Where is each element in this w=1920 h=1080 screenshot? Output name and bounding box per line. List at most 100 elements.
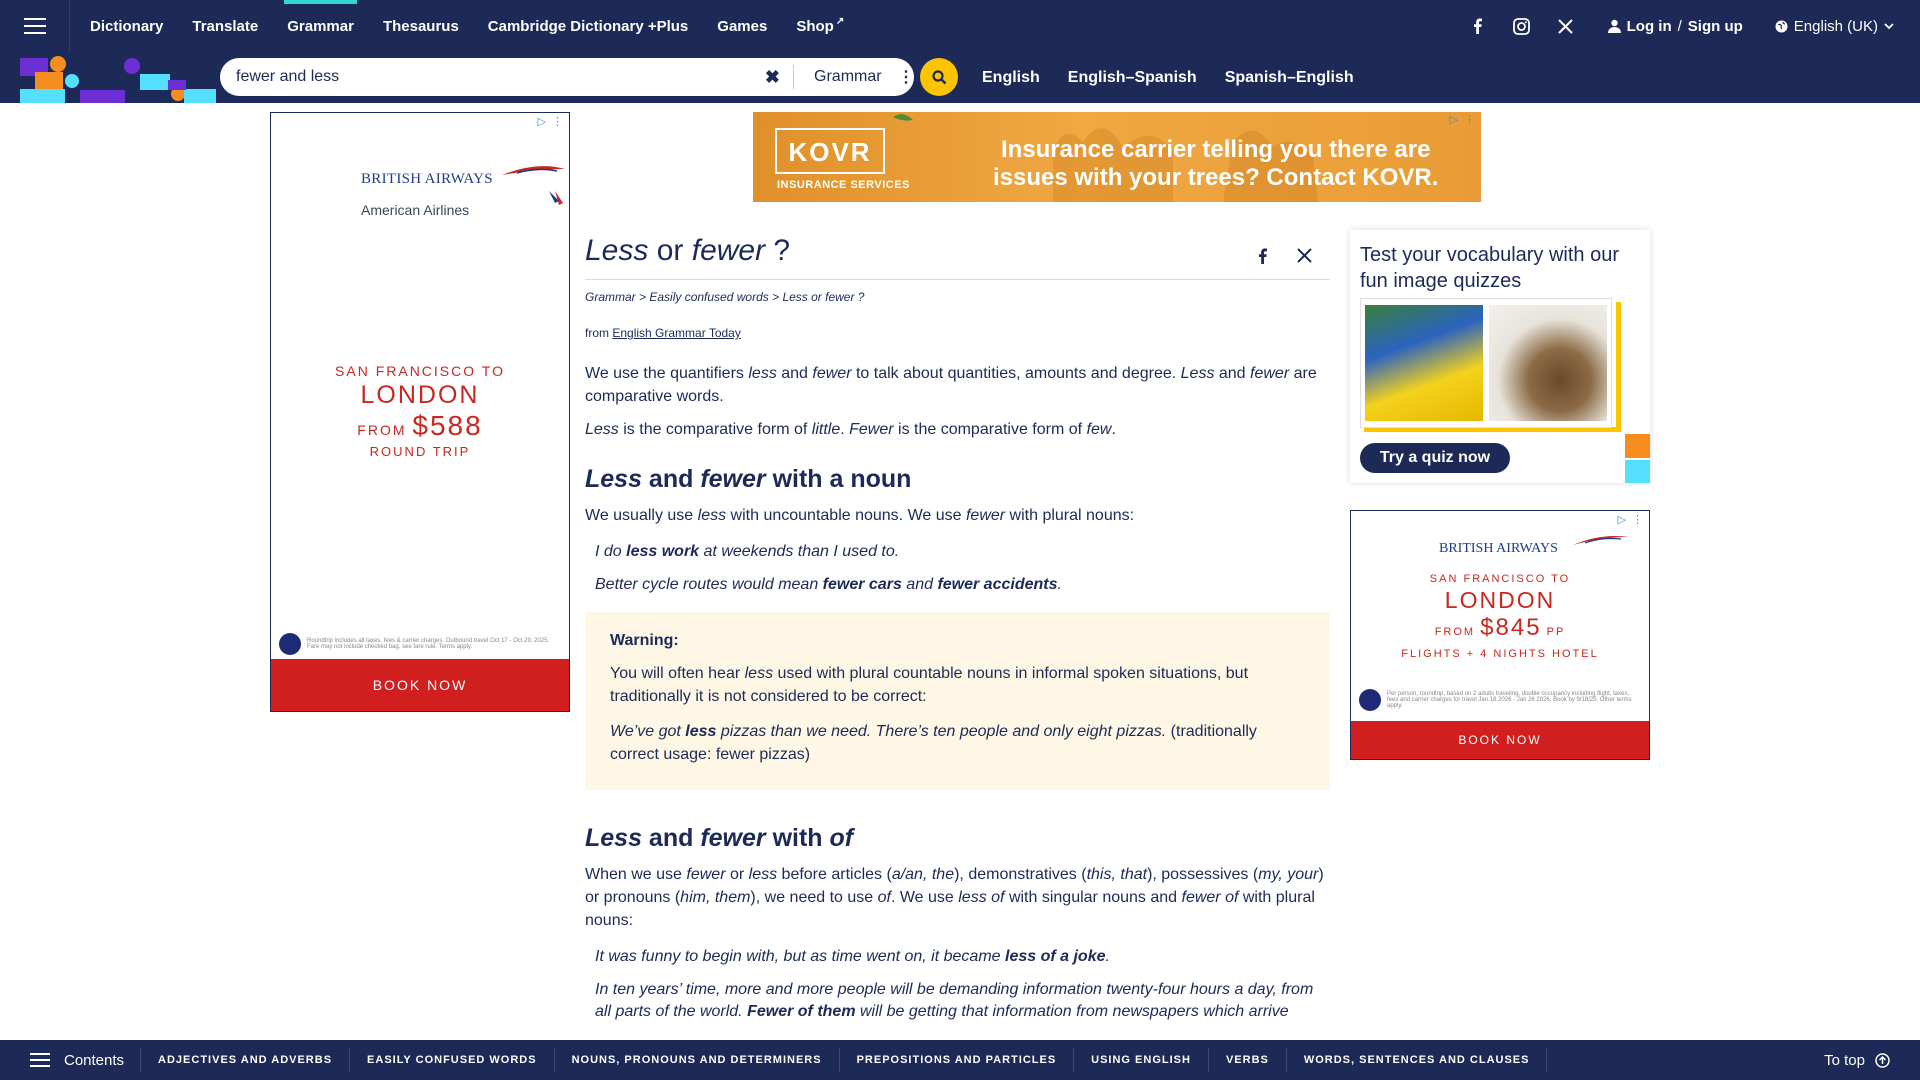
kovr-tagline: INSURANCE SERVICES [777, 179, 910, 191]
cambridge-logo[interactable] [0, 52, 216, 103]
facebook-icon[interactable] [1456, 18, 1500, 34]
ad-offer-price: FROM $845 PP [1351, 614, 1649, 642]
example-sentence: It was funny to begin with, but as time … [595, 948, 1110, 965]
breadcrumb-separator: > [635, 290, 650, 304]
external-link-icon: ↗ [835, 15, 845, 27]
to-top-link[interactable]: To top [1824, 1040, 1890, 1080]
contents-menu-icon [30, 1053, 50, 1067]
ad-fine-text: Per person, roundtrip, based on 2 adults… [1387, 691, 1632, 709]
ad-choices-icon[interactable]: ▷ ⋮ [1618, 513, 1643, 526]
kovr-logo: KOVR [775, 128, 885, 174]
airline-swoosh-icon [502, 166, 565, 205]
category-adjectives-adverbs[interactable]: ADJECTIVES AND ADVERBS [141, 1048, 351, 1072]
nav-grammar-label: Grammar [287, 17, 354, 35]
category-prepositions[interactable]: PREPOSITIONS AND PARTICLES [840, 1048, 1075, 1072]
ad-offer-price: FROM $588 [271, 410, 569, 442]
nav-plus[interactable]: Cambridge Dictionary +Plus [488, 0, 688, 52]
contents-toggle[interactable]: Contents [30, 1048, 142, 1072]
breadcrumb-separator: > [768, 290, 783, 304]
login-link[interactable]: Log in / Sign up [1607, 17, 1743, 35]
nav-plus-label: Cambridge Dictionary +Plus [487, 17, 689, 35]
left-advertisement[interactable]: ▷ ⋮ BRITISH AIRWAYS American Airlines SAN… [270, 112, 570, 712]
search-bar-area: ✖ Grammar ⋮ English English–Spanish Span… [0, 52, 1920, 103]
nav-thesaurus[interactable]: Thesaurus [383, 0, 459, 52]
snail-image [1489, 305, 1607, 421]
ad-offer-route: SAN FRANCISCO TO [1429, 573, 1571, 585]
search-input[interactable] [236, 68, 744, 86]
ad-choices-icon[interactable]: ▷ ⋮ [538, 115, 563, 128]
share-facebook-icon[interactable] [1252, 248, 1272, 264]
ad-book-now-button[interactable]: BOOK NOW [271, 659, 569, 711]
example-sentence: I do less work at weekends than I used t… [595, 543, 900, 560]
dictionary-select[interactable]: Grammar [814, 68, 898, 86]
breadcrumb-grammar[interactable]: Grammar [585, 290, 636, 304]
nav-games[interactable]: Games [717, 0, 767, 52]
ad-book-now-button[interactable]: BOOK NOW [1351, 721, 1649, 759]
top-navigation: Dictionary Translate Grammar Thesaurus C… [0, 0, 1920, 52]
category-nouns-pronouns[interactable]: NOUNS, PRONOUNS AND DETERMINERS [555, 1048, 840, 1072]
menu-hamburger-icon[interactable] [0, 0, 70, 52]
banner-ad-choices-icon[interactable]: ▷ ⋮ [1450, 113, 1475, 126]
source-link[interactable]: English Grammar Today [612, 326, 741, 340]
signup-label: Sign up [1687, 17, 1743, 35]
ad-offer-package: FLIGHTS + 4 NIGHTS HOTEL [1401, 648, 1599, 660]
globe-icon [1775, 20, 1788, 32]
lang-link-english[interactable]: English [982, 69, 1040, 87]
intro-paragraph-2: Less is the comparative form of little. … [585, 421, 1116, 438]
category-verbs[interactable]: VERBS [1209, 1048, 1287, 1072]
search-icon [931, 69, 946, 84]
search-divider [793, 65, 795, 89]
ad-price-value: $845 [1480, 614, 1542, 641]
search-button[interactable] [920, 58, 958, 96]
lang-link-english-spanish[interactable]: English–Spanish [1068, 69, 1197, 87]
nav-thesaurus-label: Thesaurus [382, 17, 459, 35]
airline-swoosh-icon [1573, 536, 1629, 545]
nav-dictionary[interactable]: Dictionary [90, 0, 163, 52]
lang-link-spanish-english[interactable]: Spanish–English [1225, 69, 1354, 87]
section-heading-noun: Less and fewer with a noun [585, 465, 912, 493]
try-quiz-button[interactable]: Try a quiz now [1360, 443, 1510, 473]
ad-price-value: $588 [412, 410, 483, 441]
dictionary-options-icon[interactable]: ⋮ [898, 67, 914, 87]
breadcrumb-easily-confused[interactable]: Easily confused words [649, 290, 768, 304]
source-label: from [585, 326, 613, 340]
section-heading-of: Less and fewer with of [585, 824, 854, 852]
x-icon[interactable] [1544, 18, 1588, 34]
ad-fine-print: Per person, roundtrip, based on 2 adults… [1359, 689, 1639, 711]
example-sentence: In ten years’ time, more and more people… [595, 981, 1314, 1020]
language-selector[interactable]: English (UK) [1775, 18, 1894, 35]
banner-advertisement[interactable]: KOVR INSURANCE SERVICES Insurance carrie… [753, 112, 1481, 202]
share-x-icon[interactable] [1294, 248, 1314, 264]
ad-offer-triptype: ROUND TRIP [369, 444, 471, 459]
category-easily-confused[interactable]: EASILY CONFUSED WORDS [350, 1048, 555, 1072]
ad-fine-print: Roundtrip includes all taxes, fees & car… [279, 633, 559, 655]
category-using-english[interactable]: USING ENGLISH [1074, 1048, 1209, 1072]
arrow-up-circle-icon [1875, 1052, 1890, 1068]
ad-offer-route: SAN FRANCISCO TO [335, 363, 505, 379]
warning-paragraph: You will often hear less used with plura… [610, 665, 1249, 705]
clear-search-icon[interactable]: ✖ [758, 67, 787, 88]
quiz-title: Test your vocabulary with our fun image … [1360, 244, 1620, 292]
nav-right: Log in / Sign up English (UK) [1456, 0, 1920, 52]
ad-from-label: FROM [1434, 626, 1476, 638]
oneworld-logo [279, 633, 301, 655]
dictionary-language-links: English English–Spanish Spanish–English [982, 52, 1354, 103]
ad-offer-city: LONDON [360, 381, 480, 409]
instagram-icon[interactable] [1500, 17, 1544, 35]
quiz-image[interactable] [1360, 298, 1612, 428]
nav-shop[interactable]: Shop ↗ [796, 0, 844, 52]
title-word-fewer: fewer [691, 234, 766, 267]
nav-dictionary-label: Dictionary [90, 17, 164, 35]
right-advertisement[interactable]: ▷ ⋮ BRITISH AIRWAYS SAN FRANCISCO TO LOND… [1350, 510, 1650, 760]
user-icon [1607, 19, 1621, 33]
nav-grammar[interactable]: Grammar [284, 0, 357, 52]
chevron-down-icon [1884, 22, 1894, 29]
example-sentence: Better cycle routes would mean fewer car… [595, 576, 1062, 593]
warning-box: Warning: You will often hear less used w… [585, 612, 1330, 790]
login-separator: / [1677, 17, 1682, 35]
category-words-sentences[interactable]: WORDS, SENTENCES AND CLAUSES [1287, 1048, 1548, 1072]
section-noun-paragraph: We usually use less with uncountable nou… [585, 507, 1135, 524]
nav-translate[interactable]: Translate [192, 0, 258, 52]
source-line: from English Grammar Today [585, 326, 1330, 340]
nav-links: Dictionary Translate Grammar Thesaurus C… [90, 0, 873, 52]
